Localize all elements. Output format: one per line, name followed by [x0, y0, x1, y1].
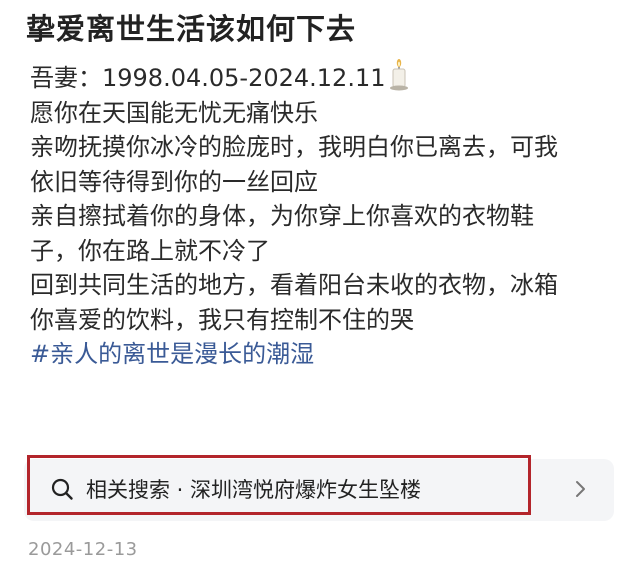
post-line: 回到共同生活的地方，看着阳台未收的衣物，冰箱 [30, 271, 558, 299]
post-line: 子，你在路上就不冷了 [30, 236, 270, 265]
related-search-text[interactable]: 相关搜索 · 深圳湾悦府爆炸女生坠楼 [86, 474, 421, 504]
post-line: 亲自擦拭着你的身体，为你穿上你喜欢的衣物鞋 [30, 202, 534, 230]
post-line: 你喜爱的饮料，我只有控制不住的哭 [30, 305, 414, 334]
post-line: 愿你在天国能无忧无痛快乐 [30, 98, 318, 127]
hashtag-link[interactable]: #亲人的离世是漫长的潮湿 [30, 337, 620, 372]
post-line-text: 吾妻：1998.04.05-2024.12.11 [30, 64, 386, 92]
post-date: 2024-12-13 [28, 539, 138, 560]
chevron-right-icon[interactable] [574, 479, 588, 499]
post-line: 吾妻：1998.04.05-2024.12.11 [30, 58, 620, 96]
post-title: 挚爱离世生活该如何下去 [26, 12, 357, 46]
post-line: 亲吻抚摸你冰冷的脸庞时，我明白你已离去，可我 [30, 133, 558, 161]
post-body: 吾妻：1998.04.05-2024.12.11 愿你在天国能无忧无痛快乐 亲吻… [30, 58, 620, 372]
post-container: 挚爱离世生活该如何下去 吾妻：1998.04.05-2024.12.11 愿你在… [0, 0, 640, 588]
candle-icon [389, 59, 408, 91]
post-line: 依旧等待得到你的一丝回应 [30, 167, 318, 196]
search-icon [51, 478, 73, 500]
